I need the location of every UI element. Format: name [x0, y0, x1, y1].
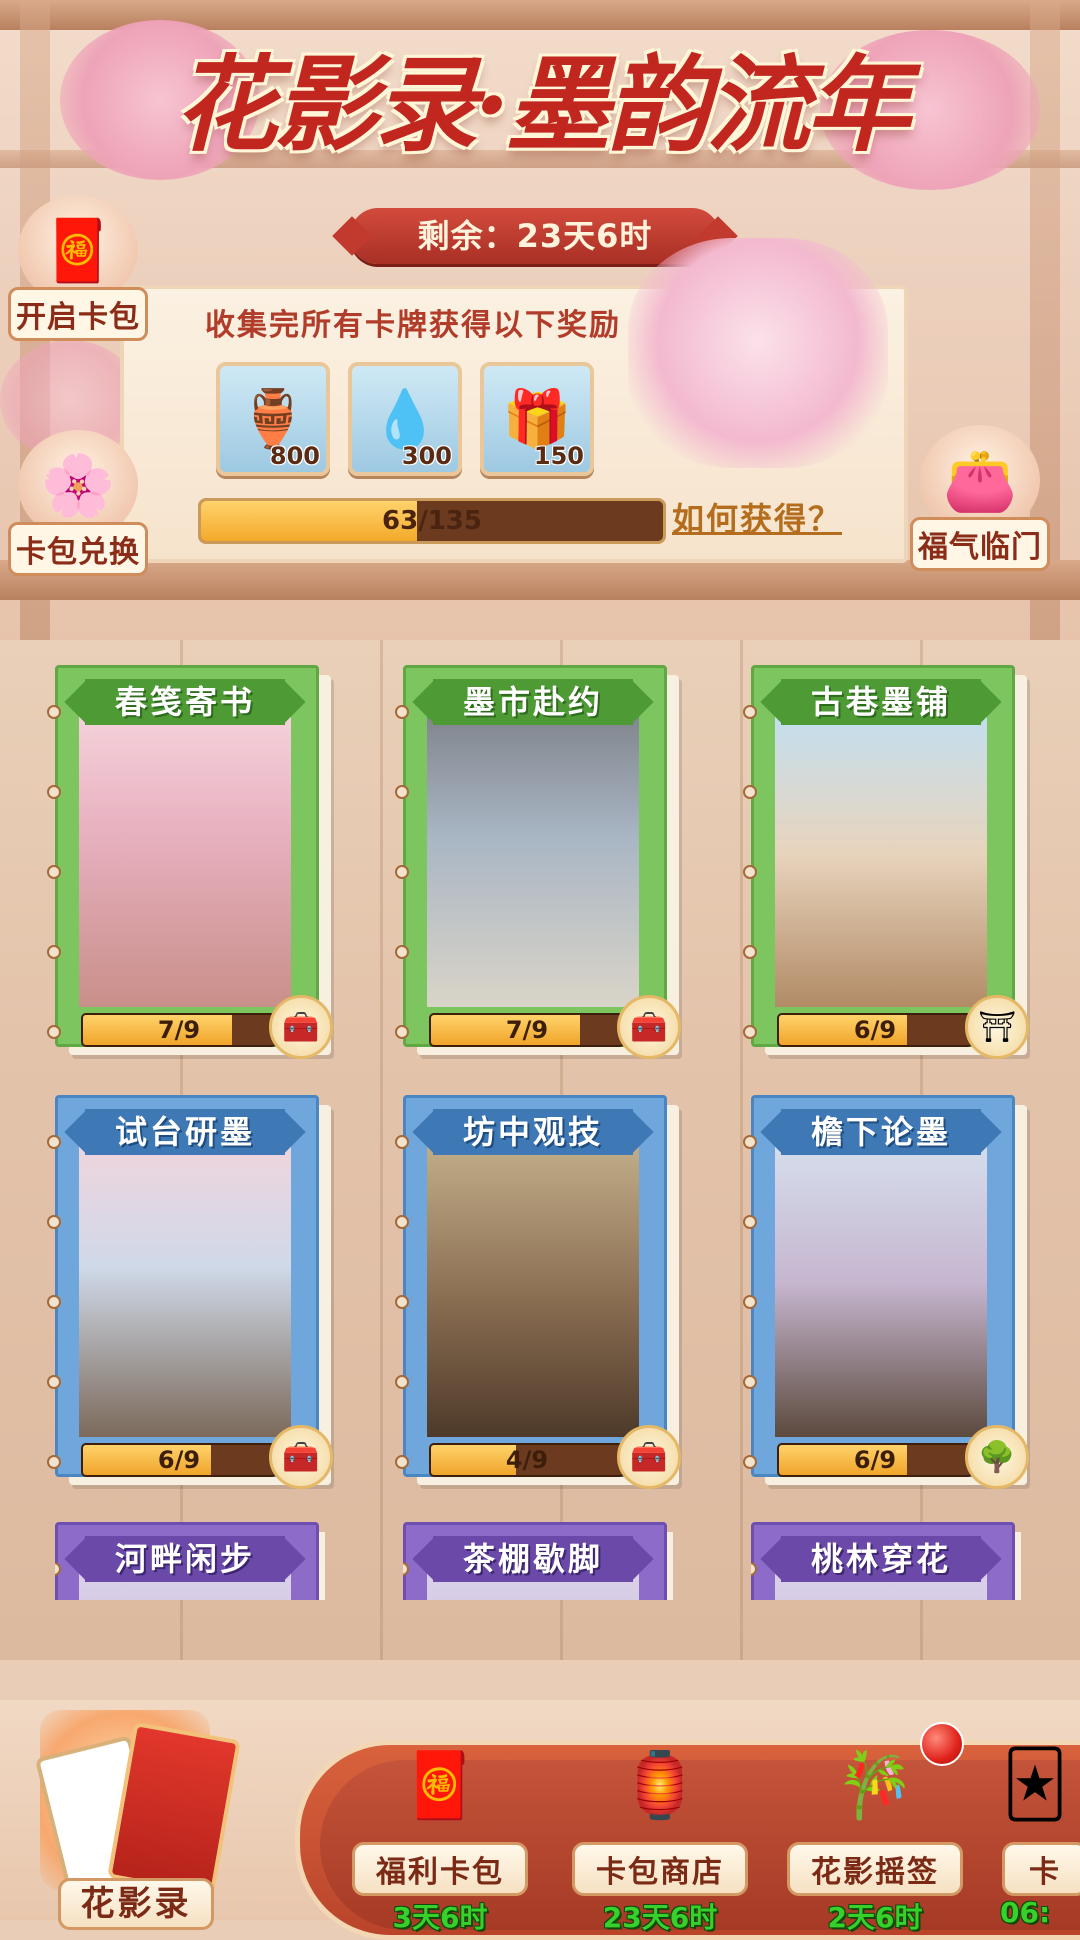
page-title: 花影录·墨韵流年 [173, 43, 910, 166]
card-progress-text: 4/9 [505, 1446, 549, 1474]
card-title: 试台研墨 [85, 1109, 285, 1155]
fortune-stick-label: 花影摇签 [787, 1842, 963, 1896]
card-binding-rings [751, 1562, 757, 1600]
card-illustration [79, 699, 291, 1007]
main-tab-button[interactable]: 花影录 [10, 1710, 241, 1930]
pavilion-icon[interactable]: ⛩ [965, 995, 1029, 1059]
card-progress-bar: 7/9 [429, 1013, 625, 1047]
card-progress-text: 6/9 [853, 1016, 897, 1044]
card-progress-text: 7/9 [157, 1016, 201, 1044]
pack-shop-time: 23天6时 [602, 1901, 718, 1934]
card-title-text: 春笺寄书 [114, 683, 255, 721]
fortune-stick-time: 2天6时 [827, 1901, 923, 1934]
chest-icon[interactable]: 🧰 [269, 995, 333, 1059]
card-icon: 🃏 [1002, 1748, 1068, 1822]
card-binding-rings [403, 1562, 409, 1600]
chest-icon[interactable]: 🧰 [617, 995, 681, 1059]
story-card[interactable]: 河畔闲步 [55, 1522, 325, 1600]
card-progress-text: 6/9 [853, 1446, 897, 1474]
card-button-partial[interactable]: 🃏 卡 06: [990, 1730, 1080, 1929]
card-progress-text: 6/9 [157, 1446, 201, 1474]
reward-qty: 150 [533, 442, 584, 470]
gift-pack-icon: 🧧 [400, 1748, 480, 1823]
reward-item-water-drop[interactable]: 💧 300 [348, 362, 462, 476]
card-binding-rings [55, 1562, 61, 1600]
pack-exchange-button[interactable]: 🌸 卡包兑换 [8, 430, 148, 576]
chest-icon[interactable]: 🧰 [269, 1425, 333, 1489]
card-progress-bar: 7/9 [81, 1013, 277, 1047]
card-title: 坊中观技 [433, 1109, 633, 1155]
card-title-text: 河畔闲步 [114, 1540, 255, 1578]
shop-icon: 🏮 [620, 1748, 700, 1823]
story-card[interactable]: 茶棚歇脚 [403, 1522, 673, 1600]
couple-illustration [628, 238, 888, 468]
main-tab-label: 花影录 [58, 1878, 214, 1930]
card-title: 檐下论墨 [781, 1109, 981, 1155]
reward-description: 收集完所有卡牌获得以下奖励 [205, 308, 621, 343]
chest-icon[interactable]: 🧰 [617, 1425, 681, 1489]
card-button-time: 06: [1000, 1896, 1051, 1929]
card-binding-rings [47, 1135, 61, 1469]
card-title: 桃林穿花 [781, 1536, 981, 1582]
card-binding-rings [395, 1135, 409, 1469]
notification-dot [920, 1722, 964, 1766]
open-pack-button[interactable]: 🧧 开启卡包 [8, 195, 148, 341]
reward-qty: 300 [401, 442, 452, 470]
card-progress-bar: 6/9 [777, 1013, 973, 1047]
reward-qty: 800 [269, 442, 320, 470]
how-to-get-link[interactable]: 如何获得？ [672, 494, 842, 540]
card-binding-rings [47, 705, 61, 1039]
card-title-text: 檐下论墨 [810, 1113, 951, 1151]
story-card[interactable]: 春笺寄书 7/9 🧰 [47, 665, 333, 1059]
card-binding-rings [743, 1135, 757, 1469]
card-title-text: 茶棚歇脚 [462, 1540, 603, 1578]
card-progress-bar: 6/9 [81, 1443, 277, 1477]
pack-shop-button[interactable]: 🏮 卡包商店 23天6时 [565, 1730, 755, 1936]
card-illustration [79, 1129, 291, 1437]
card-progress-text: 7/9 [505, 1016, 549, 1044]
card-title-text: 桃林穿花 [810, 1540, 951, 1578]
card-illustration [427, 699, 639, 1007]
card-title: 古巷墨铺 [781, 679, 981, 725]
story-card[interactable]: 檐下论墨 6/9 🌳 [743, 1095, 1029, 1489]
card-illustration [775, 699, 987, 1007]
card-title-text: 试台研墨 [114, 1113, 255, 1151]
open-pack-label: 开启卡包 [8, 287, 148, 341]
card-progress-bar: 6/9 [777, 1443, 973, 1477]
card-title: 茶棚歇脚 [433, 1536, 633, 1582]
card-title: 墨市赴约 [433, 679, 633, 725]
story-card[interactable]: 古巷墨铺 6/9 ⛩ [743, 665, 1029, 1059]
fortune-label: 福气临门 [910, 517, 1050, 571]
card-title: 春笺寄书 [85, 679, 285, 725]
welfare-pack-label: 福利卡包 [352, 1842, 528, 1896]
reward-item-vase[interactable]: 🏺 800 [216, 362, 330, 476]
card-binding-rings [395, 705, 409, 1039]
fortune-button[interactable]: 👛 福气临门 [910, 425, 1050, 571]
card-title-text: 墨市赴约 [462, 683, 603, 721]
tree-icon[interactable]: 🌳 [965, 1425, 1029, 1489]
card-illustration [775, 1129, 987, 1437]
story-card[interactable]: 试台研墨 6/9 🧰 [47, 1095, 333, 1489]
card-button-label: 卡 [1002, 1842, 1080, 1896]
card-title: 河畔闲步 [85, 1536, 285, 1582]
story-card[interactable]: 坊中观技 4/9 🧰 [395, 1095, 681, 1489]
welfare-pack-time: 3天6时 [392, 1901, 488, 1934]
card-illustration [427, 1129, 639, 1437]
remaining-time-badge: 剩余：23天6时 [350, 208, 720, 264]
card-progress-bar: 4/9 [429, 1443, 625, 1477]
card-title-text: 坊中观技 [462, 1113, 603, 1151]
reward-item-treasure-chest[interactable]: 🎁 150 [480, 362, 594, 476]
story-card[interactable]: 桃林穿花 [751, 1522, 1021, 1600]
collection-progress-bar: 63/135 [198, 498, 666, 544]
pack-shop-label: 卡包商店 [572, 1842, 748, 1896]
pack-exchange-label: 卡包兑换 [8, 522, 148, 576]
collection-progress-text: 63/135 [382, 506, 482, 536]
welfare-pack-button[interactable]: 🧧 福利卡包 3天6时 [345, 1730, 535, 1936]
card-binding-rings [743, 705, 757, 1039]
card-title-text: 古巷墨铺 [810, 683, 951, 721]
story-card[interactable]: 墨市赴约 7/9 🧰 [395, 665, 681, 1059]
